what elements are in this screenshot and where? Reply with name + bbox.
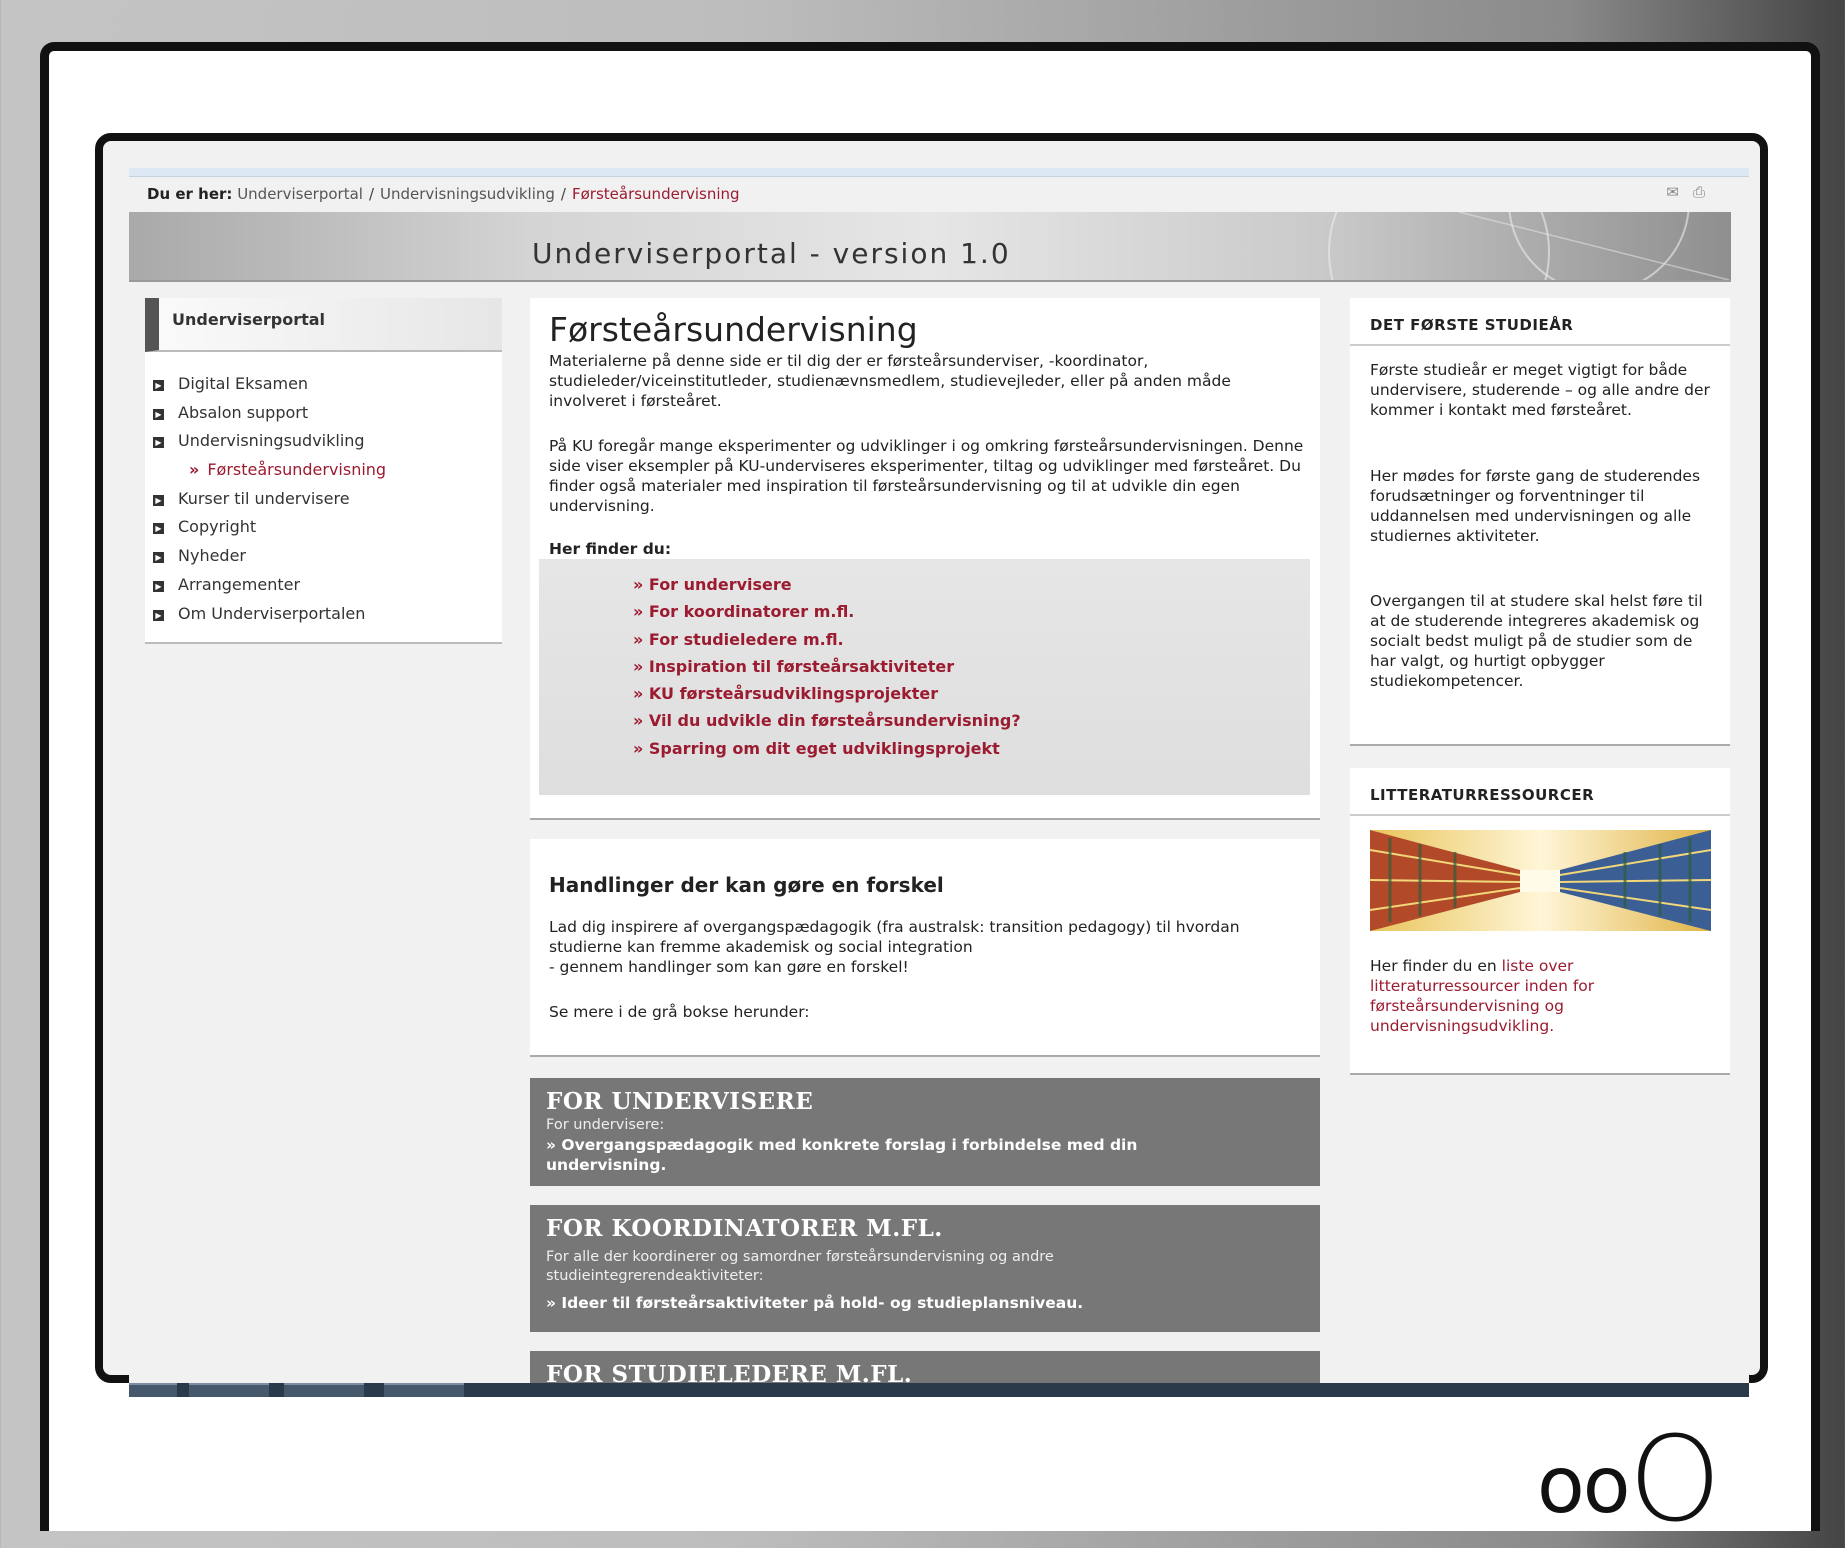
top-line — [129, 168, 1749, 177]
right-box-text: Første studieår er meget vigtigt for båd… — [1370, 361, 1710, 419]
email-icon[interactable]: ✉ — [1666, 183, 1693, 201]
right-box-text: Her finder du en liste over litteraturre… — [1370, 957, 1595, 1035]
link-inspiration[interactable]: » Inspiration til førsteårsaktiviteter — [633, 657, 954, 676]
gray-box-title: FOR UNDERVISERE — [546, 1088, 814, 1115]
section-text-2: - gennem handlinger som kan gøre en fors… — [549, 958, 909, 976]
sidebar-header: Underviserportal — [145, 298, 502, 352]
taskbar-button[interactable] — [384, 1383, 464, 1397]
breadcrumb-current: Førsteårsundervisning — [571, 185, 740, 203]
breadcrumb-item[interactable]: Underviserportal — [237, 185, 363, 203]
find-label: Her finder du: — [549, 540, 672, 558]
gray-box-title: FOR KOORDINATORER M.FL. — [546, 1215, 943, 1242]
right-box-text: Her mødes for første gang de studerendes… — [1370, 467, 1701, 545]
gray-box-studieledere[interactable]: FOR STUDIELEDERE M.FL. — [530, 1351, 1320, 1383]
breadcrumb: Du er her: Underviserportal / Undervisning… — [147, 185, 740, 203]
arrow-bullet-icon: ▶ — [153, 494, 164, 506]
gray-box-koordinatorer[interactable]: FOR KOORDINATORER M.FL. For alle der koo… — [530, 1205, 1320, 1332]
sidebar-item-nyheder[interactable]: ▶ Nyheder — [153, 542, 386, 571]
taskbar-button[interactable] — [284, 1383, 364, 1397]
sidebar-item-digital-eksamen[interactable]: ▶ Digital Eksamen — [153, 370, 386, 399]
sidebar-item-om[interactable]: ▶ Om Underviserportalen — [153, 600, 386, 629]
right-box-title: DET FØRSTE STUDIEÅR — [1370, 316, 1574, 334]
gray-box-subtitle: For alle der koordinerer og samordner fø… — [546, 1249, 1054, 1284]
arrow-bullet-icon: ▶ — [153, 380, 164, 391]
section-text: Lad dig inspirere af overgangspædagogik … — [549, 918, 1240, 956]
arrow-bullet-icon: ▶ — [153, 408, 164, 420]
arrow-bullet-icon: ▶ — [153, 580, 164, 592]
right-box-title: LITTERATURRESSOURCER — [1370, 786, 1595, 804]
banner: Underviserportal - version 1.0 — [129, 212, 1731, 282]
gray-box-subtitle: For undervisere: — [546, 1117, 665, 1133]
breadcrumb-item[interactable]: Undervisningsudvikling — [380, 185, 555, 203]
sidebar-item-undervisningsudvikling[interactable]: ▶ Undervisningsudvikling — [153, 427, 386, 456]
taskbar — [129, 1383, 1749, 1397]
gray-box-undervisere[interactable]: FOR UNDERVISERE For undervisere: » Overg… — [530, 1078, 1320, 1186]
link-ku-projekter[interactable]: » KU førsteårsudviklingsprojekter — [633, 684, 938, 703]
taskbar-button[interactable] — [129, 1383, 177, 1397]
link-box: » For undervisere » For koordinatorer m.… — [539, 559, 1310, 795]
sidebar-item-forstearsundervisning[interactable]: » Førsteårsundervisning — [153, 456, 386, 485]
gray-box-title: FOR STUDIELEDERE M.FL. — [546, 1361, 913, 1383]
print-icon[interactable]: ⎙ — [1693, 183, 1719, 201]
link-for-studieledere[interactable]: » For studieledere m.fl. — [633, 630, 844, 649]
arrow-bullet-icon: ▶ — [153, 523, 164, 535]
page-tools: ✉⎙ — [1666, 183, 1719, 201]
section-text-3: Se mere i de grå bokse herunder: — [549, 1003, 810, 1021]
double-arrow-icon: » — [189, 460, 200, 480]
gray-box-link[interactable]: » Overgangspædagogik med konkrete forsla… — [546, 1135, 1236, 1175]
sidebar: Underviserportal ▶ Digital Eksamen ▶ Absal… — [145, 298, 502, 644]
banner-decoration — [1328, 212, 1730, 280]
banner-title: Underviserportal - version 1.0 — [532, 237, 1011, 270]
sidebar-menu: ▶ Digital Eksamen ▶ Absalon support ▶ Under… — [153, 370, 386, 628]
arrow-bullet-icon: ▶ — [153, 437, 164, 449]
sidebar-item-arrangementer[interactable]: ▶ Arrangementer — [153, 571, 386, 600]
right-box-studieaar: DET FØRSTE STUDIEÅR Første studieår er m… — [1350, 298, 1730, 746]
link-for-koordinatorer[interactable]: » For koordinatorer m.fl. — [633, 602, 854, 621]
right-box-text: Overgangen til at studere skal helst før… — [1370, 592, 1703, 690]
zoom-indicator: ooO — [1537, 1410, 1721, 1548]
sidebar-item-copyright[interactable]: ▶ Copyright — [153, 513, 386, 542]
section-heading: Handlinger der kan gøre en forskel — [549, 873, 944, 897]
arrow-bullet-icon: ▶ — [153, 609, 164, 621]
intro-text-2: På KU foregår mange eksperimenter og udv… — [549, 437, 1304, 515]
taskbar-button[interactable] — [189, 1383, 269, 1397]
right-box-litteratur: LITTERATURRESSOURCER Her finder du en li… — [1350, 768, 1730, 1075]
arrow-bullet-icon: ▶ — [153, 552, 164, 564]
sidebar-item-absalon-support[interactable]: ▶ Absalon support — [153, 399, 386, 428]
main-intro-box: Førsteårsundervisning Materialerne på de… — [530, 298, 1320, 820]
link-udvikle[interactable]: » Vil du udvikle din førsteårsundervisni… — [633, 711, 1021, 730]
sidebar-title[interactable]: Underviserportal — [172, 310, 325, 329]
gray-box-link[interactable]: » Ideer til førsteårsaktiviteter på hold… — [546, 1293, 1266, 1313]
main-actions-box: Handlinger der kan gøre en forskel Lad d… — [530, 839, 1320, 1057]
web-page: Du er her: Underviserportal / Undervisning… — [129, 168, 1749, 1383]
link-for-undervisere[interactable]: » For undervisere — [633, 575, 792, 594]
page-title: Førsteårsundervisning — [549, 310, 918, 349]
sidebar-item-kurser[interactable]: ▶ Kurser til undervisere — [153, 485, 386, 514]
link-sparring[interactable]: » Sparring om dit eget udviklingsprojekt — [633, 739, 1000, 758]
breadcrumb-prefix: Du er her: — [147, 185, 233, 203]
library-image — [1370, 830, 1711, 931]
intro-text: Materialerne på denne side er til dig de… — [549, 352, 1231, 410]
